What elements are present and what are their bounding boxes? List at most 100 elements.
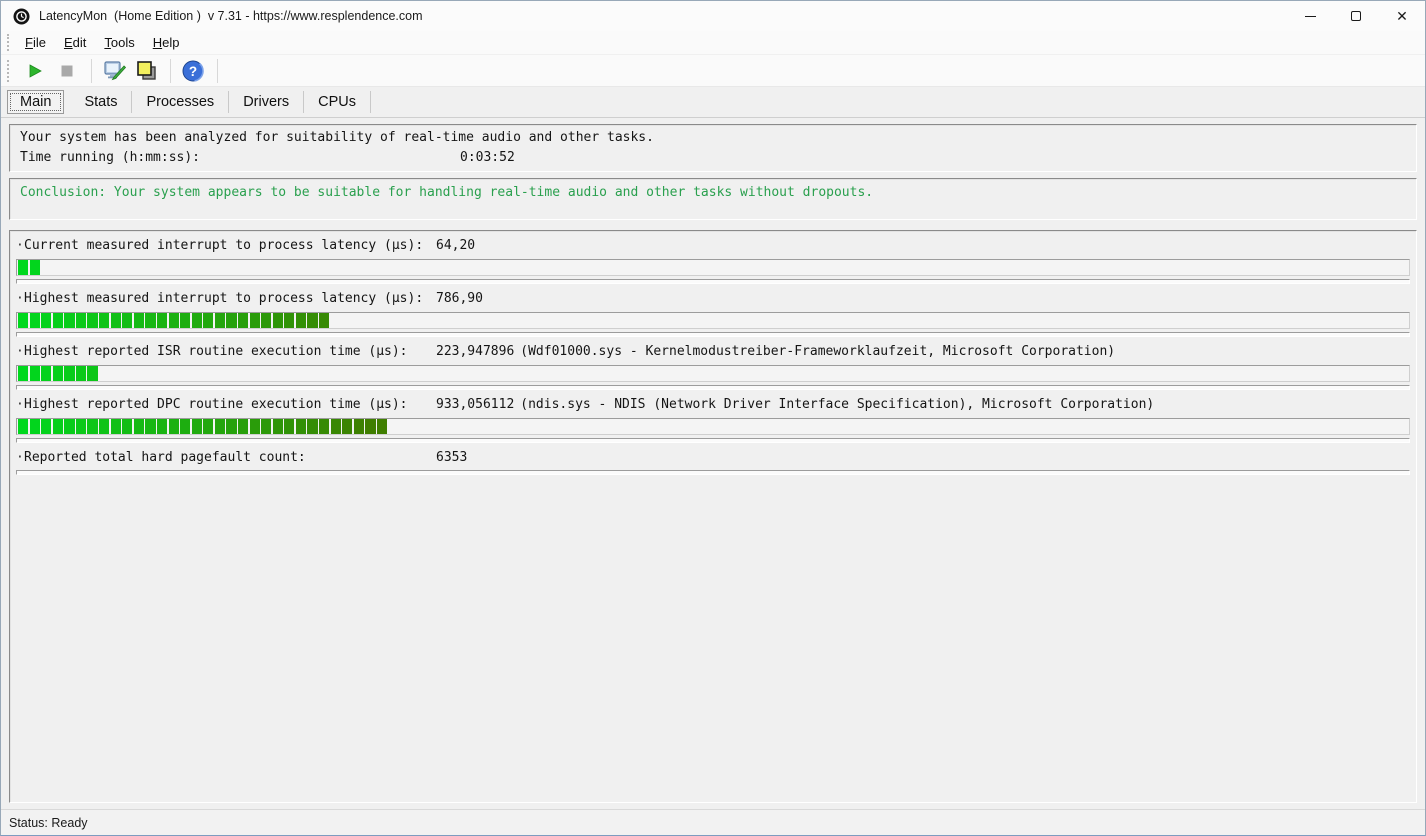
bar-segment xyxy=(64,366,74,381)
measurement-row: ·Highest reported DPC routine execution … xyxy=(16,396,1410,443)
measurement-label: Highest reported ISR routine execution t… xyxy=(24,343,436,361)
bullet-dot: · xyxy=(16,396,24,414)
bullet-dot: · xyxy=(16,290,24,308)
bar-segment xyxy=(319,313,329,328)
bar-segment xyxy=(18,260,28,275)
measurement-value: 223,947896 xyxy=(436,343,514,361)
titlebar: LatencyMon (Home Edition ) v 7.31 - http… xyxy=(1,1,1425,31)
bar-segment xyxy=(307,419,317,434)
tab-drivers[interactable]: Drivers xyxy=(229,91,303,113)
svg-text:?: ? xyxy=(189,64,197,79)
measurement-line: ·Highest reported DPC routine execution … xyxy=(16,396,1410,414)
bar-segment xyxy=(215,419,225,434)
measurement-label: Highest measured interrupt to process la… xyxy=(24,290,436,308)
measurement-driver-info: (Wdf01000.sys - Kernelmodustreiber-Frame… xyxy=(520,344,1115,359)
bar-segment xyxy=(145,419,155,434)
bar-segment xyxy=(76,313,86,328)
separator-groove xyxy=(16,279,1410,284)
play-icon xyxy=(27,63,43,79)
measurement-line: ·Reported total hard pagefault count:635… xyxy=(16,449,1410,467)
status-text: Status: Ready xyxy=(9,816,88,830)
bar-segment xyxy=(319,419,329,434)
copy-report-button[interactable] xyxy=(131,58,161,84)
bar-segment xyxy=(64,313,74,328)
bar-segment xyxy=(203,419,213,434)
maximize-icon xyxy=(1351,11,1361,21)
separator-groove xyxy=(16,470,1410,475)
conclusion-text: Conclusion: Your system appears to be su… xyxy=(20,185,1406,200)
bar-segment xyxy=(250,313,260,328)
menu-edit[interactable]: Edit xyxy=(55,31,95,54)
bar-segment xyxy=(157,419,167,434)
bar-segment xyxy=(261,313,271,328)
bar-segment xyxy=(169,313,179,328)
latency-bar-track xyxy=(16,259,1410,276)
bar-segment xyxy=(203,313,213,328)
conclusion-panel: Conclusion: Your system appears to be su… xyxy=(9,178,1417,220)
tabstrip: Main Stats Processes Drivers CPUs xyxy=(1,87,1425,118)
menubar: File Edit Tools Help xyxy=(1,31,1425,55)
window-controls: ✕ xyxy=(1287,1,1425,31)
toolbar-separator xyxy=(217,59,218,83)
minimize-button[interactable] xyxy=(1287,1,1333,31)
app-icon xyxy=(13,8,30,25)
latency-bar-track xyxy=(16,365,1410,382)
tab-main[interactable]: Main xyxy=(7,90,64,114)
bar-segment xyxy=(284,419,294,434)
bar-segment xyxy=(134,419,144,434)
close-button[interactable]: ✕ xyxy=(1379,1,1425,31)
bar-segment xyxy=(273,419,283,434)
measurement-value: 933,056112 xyxy=(436,396,514,414)
separator-groove xyxy=(16,332,1410,337)
bar-segment xyxy=(250,419,260,434)
tab-processes[interactable]: Processes xyxy=(132,91,228,113)
measurement-label: Highest reported DPC routine execution t… xyxy=(24,396,436,414)
options-button[interactable] xyxy=(99,58,129,84)
bar-segment xyxy=(41,313,51,328)
bar-segment xyxy=(180,313,190,328)
bar-segment xyxy=(331,419,341,434)
analysis-summary-panel: Your system has been analyzed for suitab… xyxy=(9,124,1417,172)
separator-groove xyxy=(16,438,1410,443)
menu-file[interactable]: File xyxy=(16,31,55,54)
bar-segment xyxy=(87,419,97,434)
bar-segment xyxy=(18,419,28,434)
bar-segment xyxy=(53,366,63,381)
help-button[interactable]: ? xyxy=(178,58,208,84)
latency-bar-track xyxy=(16,312,1410,329)
tab-stats[interactable]: Stats xyxy=(70,91,131,113)
latencymon-window: LatencyMon (Home Edition ) v 7.31 - http… xyxy=(0,0,1426,836)
bar-segment xyxy=(284,313,294,328)
menu-tools[interactable]: Tools xyxy=(95,31,143,54)
measurement-row: ·Highest measured interrupt to process l… xyxy=(16,290,1410,337)
tab-cpus[interactable]: CPUs xyxy=(304,91,370,113)
toolbar-separator xyxy=(91,59,92,83)
measurement-line: ·Highest reported ISR routine execution … xyxy=(16,343,1410,361)
menu-help[interactable]: Help xyxy=(144,31,189,54)
bar-segment xyxy=(307,313,317,328)
bar-segment xyxy=(30,366,40,381)
bar-segment xyxy=(342,419,352,434)
bar-segment xyxy=(354,419,364,434)
bar-segment xyxy=(99,313,109,328)
bar-segment xyxy=(18,313,28,328)
bar-segment xyxy=(122,313,132,328)
bar-segment xyxy=(111,419,121,434)
help-icon: ? xyxy=(182,60,204,82)
menubar-gripper[interactable] xyxy=(7,34,12,51)
time-running-line: Time running (h:mm:ss):0:03:52 xyxy=(20,148,1406,168)
toolbar-gripper[interactable] xyxy=(7,60,12,82)
start-monitor-button[interactable] xyxy=(20,58,50,84)
statusbar: Status: Ready xyxy=(1,809,1425,835)
main-content: Your system has been analyzed for suitab… xyxy=(1,118,1425,809)
bullet-dot: · xyxy=(16,237,24,255)
bar-segment xyxy=(87,313,97,328)
analysis-line: Your system has been analyzed for suitab… xyxy=(20,128,1406,148)
bar-segment xyxy=(157,313,167,328)
bar-segment xyxy=(261,419,271,434)
bar-segment xyxy=(53,419,63,434)
bar-segment xyxy=(215,313,225,328)
measurement-driver-info: (ndis.sys - NDIS (Network Driver Interfa… xyxy=(520,397,1154,412)
stop-monitor-button[interactable] xyxy=(52,58,82,84)
maximize-button[interactable] xyxy=(1333,1,1379,31)
